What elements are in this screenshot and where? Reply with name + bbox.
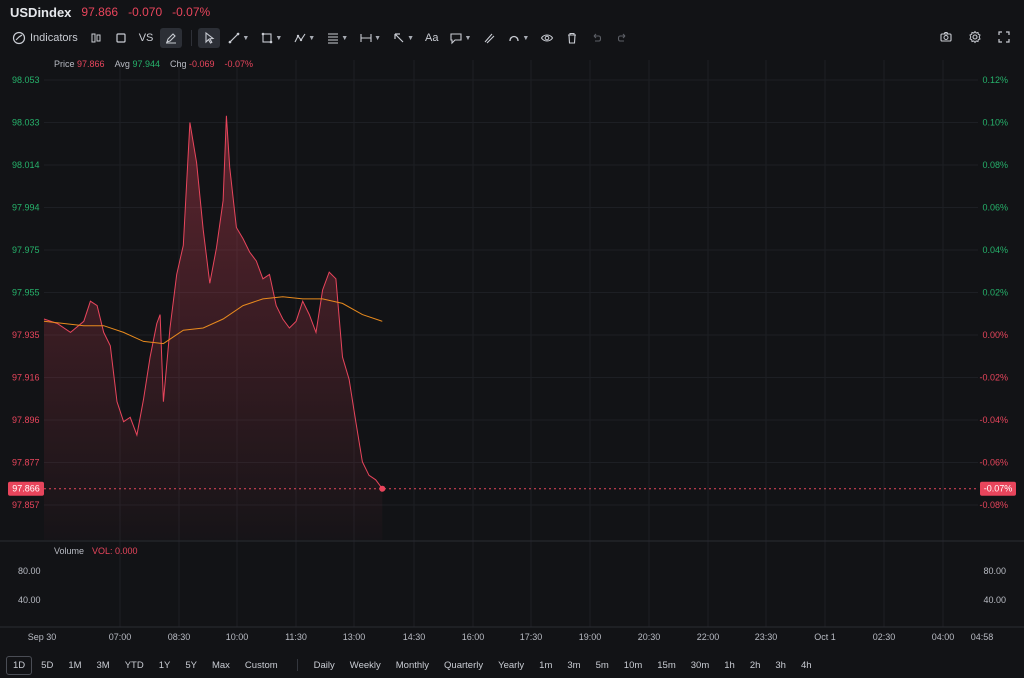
y-tick-label: 98.014 (12, 160, 40, 170)
period-1d[interactable]: 1D (6, 655, 33, 675)
y-tick-pct-label: 0.06% (982, 203, 1008, 213)
legend-price: Price 97.866 (54, 59, 105, 69)
interval-3h[interactable]: 3h (769, 657, 792, 674)
y-tick-pct-label: 0.12% (982, 75, 1008, 85)
x-tick-label: 16:00 (462, 632, 485, 642)
price-area-fill (44, 115, 383, 541)
x-tick-label: 04:00 (932, 632, 955, 642)
period-custom[interactable]: Custom (239, 657, 284, 674)
period-1y[interactable]: 1Y (153, 657, 177, 674)
x-tick-label: 17:30 (520, 632, 543, 642)
period-5y[interactable]: 5Y (179, 657, 203, 674)
current-price-badge-text: 97.866 (12, 484, 40, 494)
legend-chg-value: -0.069 (189, 59, 215, 69)
y-tick-pct-label: 0.00% (982, 330, 1008, 340)
interval-daily[interactable]: Daily (308, 657, 341, 674)
y-tick-label: 97.994 (12, 203, 40, 213)
y-tick-pct-label: 0.04% (982, 245, 1008, 255)
x-axis: Sep 30 07:00 08:30 10:00 11:30 13:00 14:30 16:0… (28, 632, 994, 642)
interval-quarterly[interactable]: Quarterly (438, 657, 489, 674)
x-tick-label: Oct 1 (814, 632, 836, 642)
period-ytd[interactable]: YTD (119, 657, 150, 674)
y-tick-label: 97.896 (12, 415, 40, 425)
price-chart[interactable]: 98.053 98.033 98.014 97.994 97.975 97.955 97.9… (0, 0, 1024, 654)
volume-value: VOL: 0.000 (92, 546, 138, 556)
y-tick-pct-label: -0.08% (979, 500, 1008, 510)
interval-15m[interactable]: 15m (651, 657, 681, 674)
period-1m[interactable]: 1M (62, 657, 87, 674)
interval-1m[interactable]: 1m (533, 657, 558, 674)
interval-weekly[interactable]: Weekly (344, 657, 387, 674)
y-tick-label: 98.053 (12, 75, 40, 85)
volume-axis: 80.00 80.00 40.00 40.00 (18, 566, 1006, 605)
x-tick-label: 08:30 (168, 632, 191, 642)
volume-tick-left: 40.00 (18, 595, 41, 605)
interval-yearly[interactable]: Yearly (492, 657, 530, 674)
x-tick-label: 11:30 (285, 632, 307, 642)
legend-avg-label: Avg (114, 59, 130, 69)
x-tick-label: 04:58 (971, 632, 994, 642)
interval-selector: Daily Weekly Monthly Quarterly Yearly 1m 3m 5m 1… (308, 657, 821, 674)
period-3m[interactable]: 3M (91, 657, 116, 674)
y-tick-label: 98.033 (12, 118, 40, 128)
legend-chg-pct: -0.07% (224, 59, 254, 69)
volume-tick-right: 40.00 (983, 595, 1006, 605)
y-axis-left: 98.053 98.033 98.014 97.994 97.975 97.955 97.9… (12, 75, 40, 510)
interval-monthly[interactable]: Monthly (390, 657, 435, 674)
legend-chg: Chg -0.069 (170, 59, 215, 69)
y-tick-label: 97.935 (12, 330, 40, 340)
y-tick-pct-label: -0.02% (979, 373, 1008, 383)
x-tick-label: 19:00 (579, 632, 602, 642)
x-tick-label: 20:30 (638, 632, 661, 642)
current-price-dot (379, 485, 386, 492)
current-pct-badge-text: -0.07% (984, 484, 1013, 494)
legend-chg-label: Chg (169, 59, 187, 69)
period-max[interactable]: Max (206, 657, 236, 674)
x-tick-label: 13:00 (343, 632, 366, 642)
interval-10m[interactable]: 10m (618, 657, 648, 674)
y-tick-pct-label: -0.06% (979, 458, 1008, 468)
volume-tick-right: 80.00 (983, 566, 1006, 576)
y-tick-label: 97.955 (12, 288, 40, 298)
x-tick-label: 07:00 (109, 632, 132, 642)
period-selector: 1D 5D 1M 3M YTD 1Y 5Y Max Custom (6, 655, 287, 675)
y-tick-label: 97.877 (12, 458, 40, 468)
y-tick-pct-label: 0.08% (982, 160, 1008, 170)
y-tick-label: 97.975 (12, 245, 40, 255)
y-tick-label: 97.857 (12, 500, 40, 510)
timeframe-bar: 1D 5D 1M 3M YTD 1Y 5Y Max Custom Daily Weekly Mont… (0, 654, 1024, 676)
interval-5m[interactable]: 5m (590, 657, 615, 674)
x-tick-label: 14:30 (403, 632, 426, 642)
x-tick-label: 23:30 (755, 632, 778, 642)
x-tick-label: 10:00 (226, 632, 249, 642)
x-tick-label: Sep 30 (28, 632, 57, 642)
volume-label: Volume (54, 546, 85, 556)
y-tick-pct-label: 0.10% (982, 118, 1008, 128)
legend-price-label: Price (54, 59, 75, 69)
volume-tick-left: 80.00 (18, 566, 41, 576)
legend-price-value: 97.866 (77, 59, 105, 69)
legend-avg: Avg 97.944 (115, 59, 160, 69)
interval-3m[interactable]: 3m (561, 657, 586, 674)
legend-avg-value: 97.944 (132, 59, 160, 69)
interval-4h[interactable]: 4h (795, 657, 818, 674)
y-tick-label: 97.916 (12, 373, 40, 383)
bottom-divider (296, 659, 298, 671)
interval-30m[interactable]: 30m (685, 657, 715, 674)
y-tick-pct-label: 0.02% (982, 288, 1008, 298)
period-5d[interactable]: 5D (35, 657, 59, 674)
interval-2h[interactable]: 2h (744, 657, 767, 674)
y-tick-pct-label: -0.04% (979, 415, 1008, 425)
y-axis-right: 0.12% 0.10% 0.08% 0.06% 0.04% 0.02% 0.00% -0.02… (979, 75, 1008, 510)
x-tick-label: 22:00 (697, 632, 720, 642)
price-legend: Price 97.866 Avg 97.944 Chg -0.069 -0.07… (54, 59, 253, 69)
interval-1h[interactable]: 1h (718, 657, 741, 674)
volume-legend: Volume VOL: 0.000 (54, 546, 138, 556)
x-tick-label: 02:30 (873, 632, 896, 642)
